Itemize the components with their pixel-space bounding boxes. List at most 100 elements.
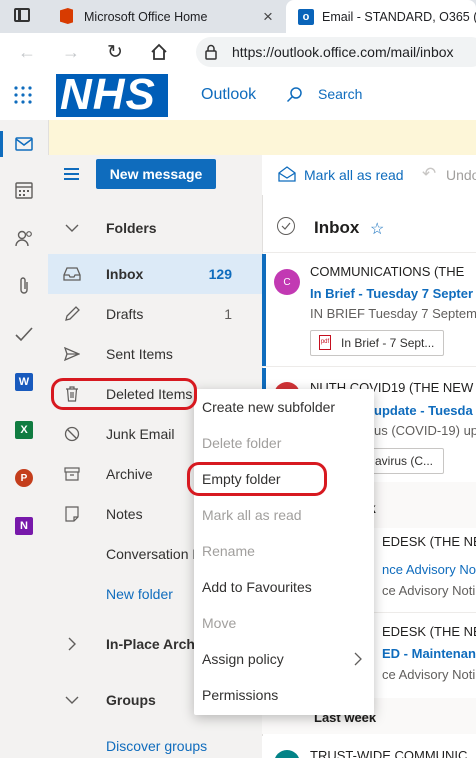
mail-icon[interactable] <box>12 132 36 156</box>
mark-all-read-label: Mark all as read <box>304 167 404 183</box>
undo-icon: ↶ <box>422 164 437 183</box>
menu-item-label: Empty folder <box>202 471 281 487</box>
tab-office-home[interactable]: Microsoft Office Home × <box>48 0 284 33</box>
message-sender: EDESK (THE NEW <box>382 624 476 639</box>
powerpoint-icon[interactable]: P <box>12 466 36 490</box>
office-logo-icon <box>60 8 73 24</box>
menu-item-move: Move <box>194 605 374 641</box>
people-icon[interactable] <box>12 226 36 250</box>
search-icon <box>286 86 303 106</box>
inbox-icon <box>62 264 82 284</box>
forward-arrow-icon[interactable]: → <box>60 41 82 63</box>
folders-label: Folders <box>106 220 157 236</box>
hamburger-menu-icon[interactable] <box>64 168 80 180</box>
menu-item-label: Move <box>202 615 237 631</box>
attachment-name: avirus (C... <box>375 454 434 468</box>
todo-icon[interactable] <box>12 322 36 346</box>
reload-icon[interactable]: ↻ <box>104 41 126 63</box>
menu-item-delete-folder: Delete folder <box>194 425 374 461</box>
chevron-down-icon <box>62 690 82 710</box>
chevron-right-icon <box>62 634 82 654</box>
menu-item-add-to-favourites[interactable]: Add to Favourites <box>194 569 374 605</box>
folder-item-sent[interactable]: Sent Items <box>48 334 262 374</box>
trash-icon <box>62 384 82 404</box>
word-icon[interactable]: W <box>12 370 36 394</box>
tab-close-icon[interactable]: × <box>263 7 273 27</box>
envelope-open-icon <box>278 166 296 185</box>
tab-actions-icon[interactable] <box>14 8 30 22</box>
search-box[interactable]: Search <box>286 84 476 106</box>
menu-item-label: Delete folder <box>202 435 282 451</box>
lock-icon <box>204 44 218 63</box>
message-subject: update - Tuesda <box>374 403 473 418</box>
list-divider <box>262 366 476 367</box>
avatar: C <box>274 269 300 295</box>
menu-item-empty-folder[interactable]: Empty folder <box>194 461 374 497</box>
groups-label: Groups <box>106 692 156 708</box>
menu-item-label: Rename <box>202 543 255 559</box>
discover-groups-label: Discover groups <box>106 738 208 754</box>
info-banner <box>48 120 476 155</box>
message-preview: us (COVID-19) up <box>374 423 476 438</box>
message-sender: EDESK (THE NEW <box>382 534 476 549</box>
undo-label: Undo <box>446 167 476 183</box>
message-sender: COMMUNICATIONS (THE <box>310 264 465 279</box>
list-divider <box>262 252 476 253</box>
url-text: https://outlook.office.com/mail/inbox <box>232 44 454 60</box>
new-message-button[interactable]: New message <box>96 159 216 189</box>
back-arrow-icon[interactable]: ← <box>16 41 38 63</box>
tab-label: Email - STANDARD, O365 (TH <box>322 9 476 24</box>
send-icon <box>62 344 82 364</box>
menu-item-mark-all-read: Mark all as read <box>194 497 374 533</box>
tab-label: Microsoft Office Home <box>84 9 208 24</box>
folder-label: Notes <box>106 506 143 522</box>
avatar <box>274 750 300 758</box>
onenote-icon[interactable]: N <box>12 514 36 538</box>
message-item[interactable]: TRUST-WIDE COMMUNIC <box>262 736 476 758</box>
menu-item-permissions[interactable]: Permissions <box>194 677 374 713</box>
folder-label: Inbox <box>106 266 144 282</box>
new-folder-label: New folder <box>106 586 173 602</box>
menu-item-label: Add to Favourites <box>202 579 312 595</box>
outlook-logo-icon: o <box>298 9 314 25</box>
message-preview: IN BRIEF Tuesday 7 Septem <box>310 306 476 321</box>
folder-label: Sent Items <box>106 346 173 362</box>
discover-groups-link[interactable]: Discover groups <box>48 726 262 766</box>
message-sender: TRUST-WIDE COMMUNIC <box>310 748 468 758</box>
in-place-archive-label: In-Place Archi <box>106 636 199 652</box>
attachment-chip[interactable]: avirus (C... <box>362 448 444 474</box>
menu-item-create-subfolder[interactable]: Create new subfolder <box>194 389 374 425</box>
message-subject: ED - Maintenanc <box>382 646 476 661</box>
select-all-checkbox-icon[interactable] <box>277 217 295 235</box>
menu-item-label: Create new subfolder <box>202 399 336 415</box>
menu-item-rename: Rename <box>194 533 374 569</box>
app-launcher-icon[interactable] <box>14 86 32 104</box>
excel-icon[interactable]: X <box>12 418 36 442</box>
home-icon[interactable] <box>148 41 170 63</box>
archive-icon <box>62 464 82 484</box>
undo-button[interactable]: ↶ Undo <box>420 164 476 186</box>
app-rail: W X P N <box>0 120 49 758</box>
attachment-chip[interactable]: pdf In Brief - 7 Sept... <box>310 330 444 356</box>
mark-all-read-button[interactable]: Mark all as read <box>278 164 418 186</box>
browser-tab-strip: Microsoft Office Home × o Email - STANDA… <box>0 0 476 33</box>
message-subject: nce Advisory Not <box>382 562 476 577</box>
menu-item-assign-policy[interactable]: Assign policy <box>194 641 374 677</box>
folder-item-drafts[interactable]: Drafts 1 <box>48 294 262 334</box>
folders-section-header[interactable]: Folders <box>48 208 262 248</box>
favourite-star-icon[interactable]: ☆ <box>370 219 384 239</box>
note-icon <box>62 504 82 524</box>
unread-count: 129 <box>208 266 232 282</box>
app-name[interactable]: Outlook <box>201 86 256 104</box>
message-item[interactable]: C COMMUNICATIONS (THE In Brief - Tuesday… <box>262 254 476 366</box>
calendar-icon[interactable] <box>12 178 36 202</box>
folder-context-menu: Create new subfolder Delete folder Empty… <box>194 389 374 715</box>
url-field[interactable]: https://outlook.office.com/mail/inbox <box>196 37 476 67</box>
tab-outlook-email[interactable]: o Email - STANDARD, O365 (TH <box>286 0 476 33</box>
attachment-icon[interactable] <box>12 274 36 298</box>
menu-item-label: Permissions <box>202 687 279 703</box>
menu-item-label: Mark all as read <box>202 507 302 523</box>
pencil-icon <box>62 304 82 324</box>
folder-item-inbox[interactable]: Inbox 129 <box>48 254 262 294</box>
nhs-logo: NHS <box>56 70 168 119</box>
